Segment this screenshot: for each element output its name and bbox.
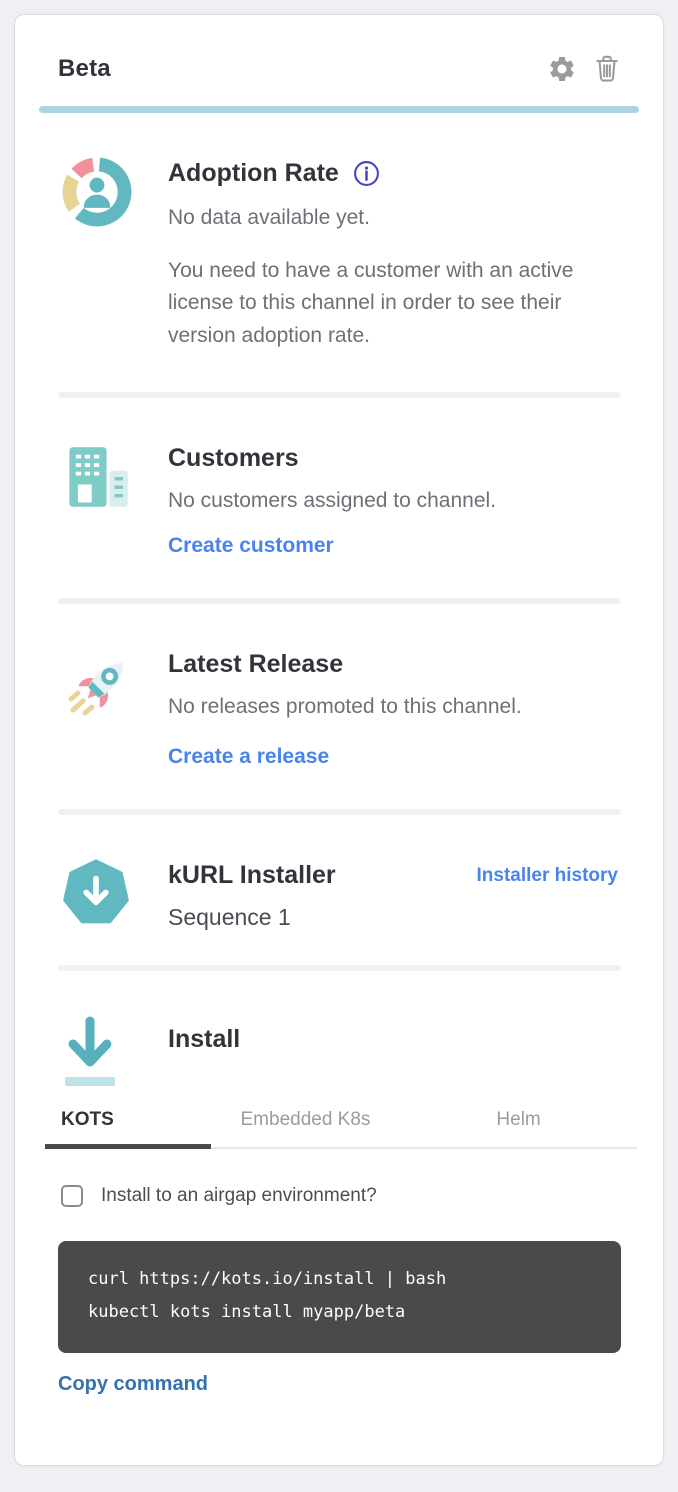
create-release-link[interactable]: Create a release bbox=[168, 745, 329, 769]
buildings-icon bbox=[62, 442, 138, 512]
create-customer-link[interactable]: Create customer bbox=[168, 534, 334, 558]
channel-title: Beta bbox=[58, 55, 111, 83]
rocket-icon bbox=[62, 648, 138, 724]
kurl-installer-section: kURL Installer Installer history Sequenc… bbox=[15, 815, 663, 965]
channel-card: Beta bbox=[14, 14, 664, 1466]
adoption-rate-section: Adoption Rate No data available yet. You… bbox=[15, 113, 663, 392]
adoption-rate-title: Adoption Rate bbox=[168, 159, 339, 188]
install-command-line: kubectl kots install myapp/beta bbox=[88, 1296, 591, 1329]
info-icon[interactable] bbox=[353, 160, 380, 187]
kurl-installer-body: kURL Installer Installer history Sequenc… bbox=[168, 859, 618, 931]
customers-title: Customers bbox=[168, 444, 618, 473]
install-command-block: curl https://kots.io/install | bash kube… bbox=[58, 1241, 621, 1353]
install-command-line: curl https://kots.io/install | bash bbox=[88, 1263, 591, 1296]
delete-channel-button[interactable] bbox=[593, 53, 621, 84]
channel-accent-rule bbox=[39, 106, 639, 113]
install-tabs: KOTS Embedded K8s Helm bbox=[45, 1099, 637, 1149]
tab-kots[interactable]: KOTS bbox=[45, 1099, 211, 1149]
tab-helm[interactable]: Helm bbox=[400, 1099, 637, 1149]
airgap-row: Install to an airgap environment? bbox=[61, 1185, 618, 1207]
latest-release-section: Latest Release No releases promoted to t… bbox=[15, 604, 663, 810]
heptagon-download-icon bbox=[62, 859, 138, 927]
install-body: Install bbox=[168, 1015, 618, 1054]
adoption-rate-body: Adoption Rate No data available yet. You… bbox=[168, 157, 618, 352]
latest-release-empty-text: No releases promoted to this channel. bbox=[168, 691, 618, 724]
trash-icon bbox=[593, 72, 621, 87]
header-actions bbox=[547, 53, 621, 84]
tab-embedded-k8s[interactable]: Embedded K8s bbox=[211, 1099, 400, 1149]
gear-icon bbox=[547, 72, 577, 87]
customers-body: Customers No customers assigned to chann… bbox=[168, 442, 618, 558]
channel-settings-button[interactable] bbox=[547, 54, 577, 84]
latest-release-title: Latest Release bbox=[168, 650, 618, 679]
adoption-help-text: You need to have a customer with an acti… bbox=[168, 255, 618, 353]
copy-command-link[interactable]: Copy command bbox=[58, 1373, 208, 1396]
adoption-empty-text: No data available yet. bbox=[168, 202, 618, 235]
airgap-label: Install to an airgap environment? bbox=[101, 1185, 377, 1207]
latest-release-body: Latest Release No releases promoted to t… bbox=[168, 648, 618, 770]
install-section: Install bbox=[15, 971, 663, 1091]
download-arrow-icon bbox=[62, 1015, 138, 1091]
kurl-installer-title: kURL Installer bbox=[168, 861, 336, 890]
installer-sequence-text: Sequence 1 bbox=[168, 904, 618, 931]
installer-history-link[interactable]: Installer history bbox=[477, 865, 619, 887]
airgap-checkbox[interactable] bbox=[61, 1185, 83, 1207]
adoption-donut-person-icon bbox=[62, 157, 138, 227]
install-title: Install bbox=[168, 1025, 618, 1054]
customers-empty-text: No customers assigned to channel. bbox=[168, 485, 618, 518]
customers-section: Customers No customers assigned to chann… bbox=[15, 398, 663, 598]
card-header: Beta bbox=[15, 15, 663, 106]
